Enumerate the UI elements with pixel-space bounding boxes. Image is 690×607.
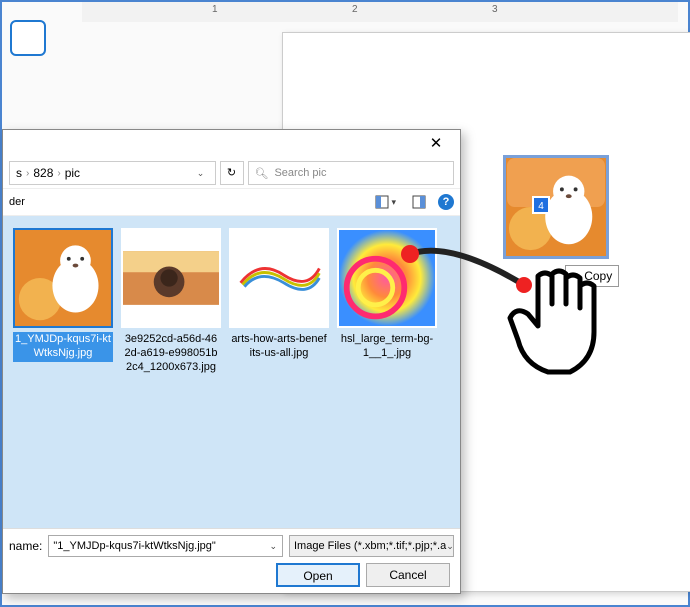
chevron-down-icon[interactable]: ⌄	[446, 541, 454, 552]
ruler-mark-2: 2	[352, 4, 358, 15]
chevron-down-icon: ▾	[391, 197, 396, 208]
dialog-bottom-bar: name: "1_YMJDp-kqus7i-ktWtksNjg.jpg" ⌄ I…	[3, 528, 460, 593]
file-thumbnail	[121, 228, 221, 328]
file-item[interactable]: 3e9252cd-a56d-462d-a619-e998051b2c4_1200…	[119, 224, 223, 377]
drag-count-badge: 4	[532, 196, 550, 214]
file-name-label: 1_YMJDp-kqus7i-ktWtksNjg.jpg	[13, 332, 113, 362]
plus-icon: +	[572, 268, 580, 284]
cancel-button[interactable]: Cancel	[366, 563, 450, 587]
toolbar-slot[interactable]	[10, 20, 46, 56]
filetype-value: Image Files (*.xbm;*.tif;*.pjp;*.a	[294, 540, 446, 552]
search-icon: 🔍︎	[255, 167, 269, 180]
ruler-mark-3: 3	[492, 4, 498, 15]
ruler: 1 2 3	[82, 2, 678, 22]
file-item[interactable]: arts-how-arts-benefits-us-all.jpg	[227, 224, 331, 364]
file-name-label: arts-how-arts-benefits-us-all.jpg	[229, 332, 329, 362]
help-icon[interactable]: ?	[438, 194, 454, 210]
filename-input[interactable]: "1_YMJDp-kqus7i-ktWtksNjg.jpg" ⌄	[48, 535, 283, 557]
preview-pane-button[interactable]	[408, 193, 430, 211]
filename-label: name:	[9, 539, 42, 553]
ruler-mark-1: 1	[212, 4, 218, 15]
file-thumbnail	[13, 228, 113, 328]
file-name-label: hsl_large_term-bg-1__1_.jpg	[337, 332, 437, 362]
open-button[interactable]: Open	[276, 563, 360, 587]
refresh-button[interactable]: ↻	[220, 161, 244, 185]
search-input[interactable]: 🔍︎ Search pic	[248, 161, 455, 185]
file-thumbnail	[337, 228, 437, 328]
chevron-down-icon[interactable]: ⌄	[193, 168, 209, 179]
file-thumbnail	[229, 228, 329, 328]
file-open-dialog: ✕ s › 828 › pic ⌄ ↻ 🔍︎ Search pic der ▾ …	[2, 129, 461, 594]
folder-label: der	[9, 196, 25, 208]
file-item[interactable]: hsl_large_term-bg-1__1_.jpg	[335, 224, 439, 364]
dialog-titlebar: ✕	[3, 130, 460, 158]
file-item[interactable]: 1_YMJDp-kqus7i-ktWtksNjg.jpg	[11, 224, 115, 364]
chevron-right-icon: ›	[57, 168, 60, 179]
path-bar: s › 828 › pic ⌄ ↻ 🔍︎ Search pic	[3, 158, 460, 188]
copy-tooltip: + Copy	[565, 265, 619, 287]
dialog-toolbar: der ▾ ?	[3, 188, 460, 216]
chevron-down-icon[interactable]: ⌄	[269, 541, 277, 552]
search-placeholder: Search pic	[274, 167, 326, 179]
crumb-item[interactable]: pic	[65, 166, 80, 180]
view-options-button[interactable]: ▾	[371, 193, 400, 211]
copy-tooltip-label: Copy	[584, 269, 612, 283]
breadcrumb[interactable]: s › 828 › pic ⌄	[9, 161, 216, 185]
drag-preview-thumbnail: 4	[503, 155, 609, 259]
filename-value: "1_YMJDp-kqus7i-ktWtksNjg.jpg"	[53, 540, 215, 552]
filetype-select[interactable]: Image Files (*.xbm;*.tif;*.pjp;*.a ⌄	[289, 535, 454, 557]
close-button[interactable]: ✕	[416, 131, 456, 157]
file-list[interactable]: 1_YMJDp-kqus7i-ktWtksNjg.jpg 3e9252cd-a5…	[3, 216, 460, 528]
crumb-item[interactable]: 828	[33, 166, 53, 180]
crumb-item[interactable]: s	[16, 166, 22, 180]
chevron-right-icon: ›	[26, 168, 29, 179]
file-name-label: 3e9252cd-a56d-462d-a619-e998051b2c4_1200…	[121, 332, 221, 375]
